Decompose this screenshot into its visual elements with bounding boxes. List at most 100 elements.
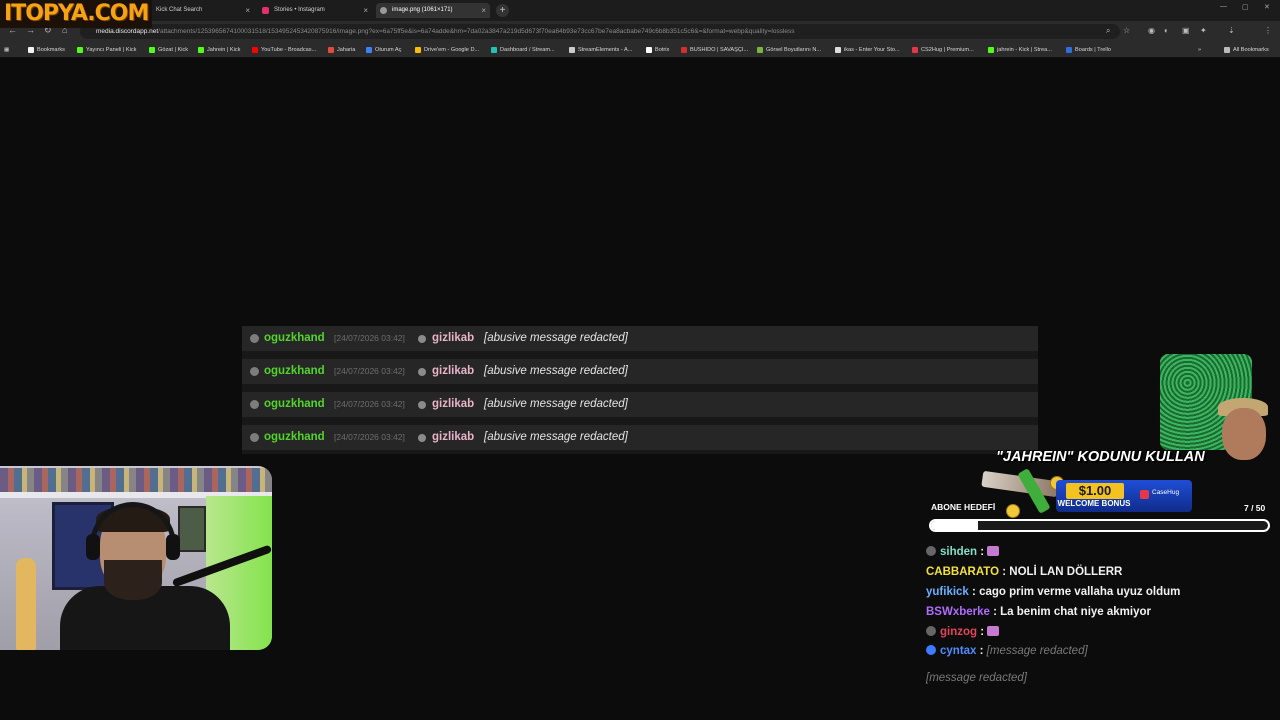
- menu-icon[interactable]: ⋮: [1264, 26, 1272, 35]
- bookmark-item[interactable]: Oturum Aç: [366, 44, 401, 56]
- info-icon: [418, 335, 426, 343]
- site-logo: ITOPYA.COM: [0, 0, 153, 28]
- chat-log-image: oguzkhand [24/07/2026 03:42] gizlikab [a…: [242, 326, 1038, 454]
- downloads-icon[interactable]: ⇣: [1228, 26, 1235, 35]
- target-username: gizlikab: [432, 398, 475, 410]
- bookmark-label: Jaharia: [337, 47, 356, 53]
- chat-message: La benim chat niye akmiyor: [1000, 606, 1151, 618]
- chat-username: BSWxberke: [926, 606, 990, 618]
- sender-username: oguzkhand: [264, 431, 325, 443]
- sub-goal-count: 7 / 50: [1244, 503, 1266, 513]
- close-icon[interactable]: ×: [245, 3, 250, 18]
- promo-title: "JAHREIN" KODUNU KULLAN: [996, 449, 1205, 465]
- target-username: gizlikab: [432, 365, 475, 377]
- user-badge-icon: [250, 367, 259, 376]
- site-icon: [757, 47, 763, 53]
- drive-icon: [415, 47, 421, 53]
- brand-name: CaseHug: [1152, 489, 1180, 496]
- bookmark-label: ikas - Enter Your Sto...: [844, 47, 900, 53]
- extension-icon[interactable]: ▣: [1182, 26, 1190, 35]
- more-bookmarks-icon[interactable]: »: [1198, 44, 1201, 56]
- bookmark-star-icon[interactable]: ☆: [1123, 26, 1130, 35]
- bookmark-label: Oturum Aç: [375, 47, 402, 53]
- bookmark-label: Botrix: [655, 47, 670, 53]
- apps-icon[interactable]: ▦: [4, 44, 9, 56]
- tab-image[interactable]: image.png (1061×171) ×: [376, 3, 490, 18]
- kick-icon: [77, 47, 83, 53]
- user-badge-icon: [250, 400, 259, 409]
- sender-username: oguzkhand: [264, 365, 325, 377]
- timestamp: [24/07/2026 03:42]: [334, 333, 405, 343]
- bookmark-item[interactable]: CS2Hug | Premium...: [912, 44, 974, 56]
- url-field[interactable]: media.discordapp.net/attachments/1253965…: [80, 24, 1120, 39]
- site-icon: [328, 47, 334, 53]
- emote-icon: [987, 626, 1000, 636]
- bookmark-label: BUSHIDO | SAVAŞÇI...: [690, 47, 749, 53]
- instagram-icon: [262, 7, 269, 14]
- site-icon: [491, 47, 497, 53]
- tab-title: Stories • Instagram: [274, 7, 325, 13]
- bookmark-item[interactable]: ikas - Enter Your Sto...: [835, 44, 900, 56]
- target-username: gizlikab: [432, 431, 475, 443]
- chat-log-row: oguzkhand [24/07/2026 03:42] gizlikab [a…: [242, 392, 1038, 417]
- maximize-icon[interactable]: ▢: [1242, 3, 1249, 11]
- new-tab-button[interactable]: +: [496, 4, 509, 17]
- close-icon[interactable]: ×: [363, 3, 368, 18]
- promo-face: [1222, 408, 1266, 460]
- bookmark-item[interactable]: Bookmarks: [28, 44, 65, 56]
- stream-chat: sihden : CABBARATO : NOLİ LAN DÖLLERR yu…: [926, 542, 1256, 688]
- bookmark-item[interactable]: Boards | Trello: [1066, 44, 1111, 56]
- wall-frame: [178, 506, 206, 552]
- bookmark-item[interactable]: StreamElements - A...: [569, 44, 632, 56]
- bookmark-item[interactable]: Görsel Boyutlarını N...: [757, 44, 821, 56]
- bookmark-item[interactable]: BUSHIDO | SAVAŞÇI...: [681, 44, 748, 56]
- tab-title: Kick Chat Search: [156, 7, 203, 13]
- user-badge-icon: [250, 334, 259, 343]
- streamer-beard: [104, 560, 162, 600]
- screen: Kick Chat Search × Stories • Instagram ×…: [0, 0, 1280, 720]
- address-bar-row: ← → ↻ ⌂ media.discordapp.net/attachments…: [0, 21, 1280, 58]
- extension-icon[interactable]: ◐: [1164, 26, 1169, 35]
- bookmark-label: Jahrein | Kick: [207, 47, 241, 53]
- chat-username: ginzog: [940, 626, 978, 638]
- bookmark-item[interactable]: Dashboard / Stream...: [491, 44, 555, 56]
- star-icon: [28, 47, 34, 53]
- chat-message: NOLİ LAN DÖLLERR: [1009, 566, 1123, 578]
- kick-icon: [198, 47, 204, 53]
- tab-kick-chat-search[interactable]: Kick Chat Search ×: [140, 3, 254, 18]
- message-text: [abusive message redacted]: [484, 431, 628, 443]
- chat-message: cago prim verme vallaha uyuz oldum: [979, 586, 1181, 598]
- user-badge-icon: [926, 546, 936, 556]
- sender-username: oguzkhand: [264, 398, 325, 410]
- webcam-feed: [0, 466, 272, 650]
- bookmark-label: Dashboard / Stream...: [500, 47, 555, 53]
- site-icon: [912, 47, 918, 53]
- bookmark-item[interactable]: Gözat | Kick: [149, 44, 188, 56]
- tab-instagram[interactable]: Stories • Instagram ×: [258, 3, 372, 18]
- bookmark-label: StreamElements - A...: [578, 47, 633, 53]
- bookmark-item[interactable]: Jahrein | Kick: [198, 44, 240, 56]
- bookmark-item[interactable]: Yayıncı Paneli | Kick: [77, 44, 136, 56]
- tab-title: image.png (1061×171): [392, 7, 453, 13]
- close-icon[interactable]: ×: [481, 3, 486, 18]
- sub-goal-progress-fill: [931, 521, 979, 530]
- bookmark-item[interactable]: Jaharia: [328, 44, 355, 56]
- extensions-puzzle-icon[interactable]: ✦: [1200, 26, 1207, 35]
- chat-line: [message redacted]: [926, 668, 1256, 688]
- zoom-icon[interactable]: ⌕: [1106, 26, 1110, 36]
- site-icon: [835, 47, 841, 53]
- info-icon: [418, 434, 426, 442]
- bookmark-item[interactable]: Drive'em - Google D...: [415, 44, 479, 56]
- sub-goal-progress-bar: [929, 519, 1270, 532]
- extension-icon[interactable]: ◉: [1148, 26, 1155, 35]
- minimize-icon[interactable]: —: [1220, 3, 1227, 10]
- all-bookmarks-button[interactable]: All Bookmarks: [1224, 44, 1269, 56]
- bookmark-item[interactable]: jahrein - Kick | Strea...: [988, 44, 1052, 56]
- bookmark-item[interactable]: Botrix: [646, 44, 669, 56]
- close-window-icon[interactable]: ✕: [1264, 3, 1270, 11]
- timestamp: [24/07/2026 03:42]: [334, 399, 405, 409]
- bookmark-item[interactable]: YouTube - Broadcas...: [252, 44, 316, 56]
- sender-username: oguzkhand: [264, 332, 325, 344]
- bookmark-label: Görsel Boyutlarını N...: [766, 47, 822, 53]
- lamp: [16, 558, 36, 650]
